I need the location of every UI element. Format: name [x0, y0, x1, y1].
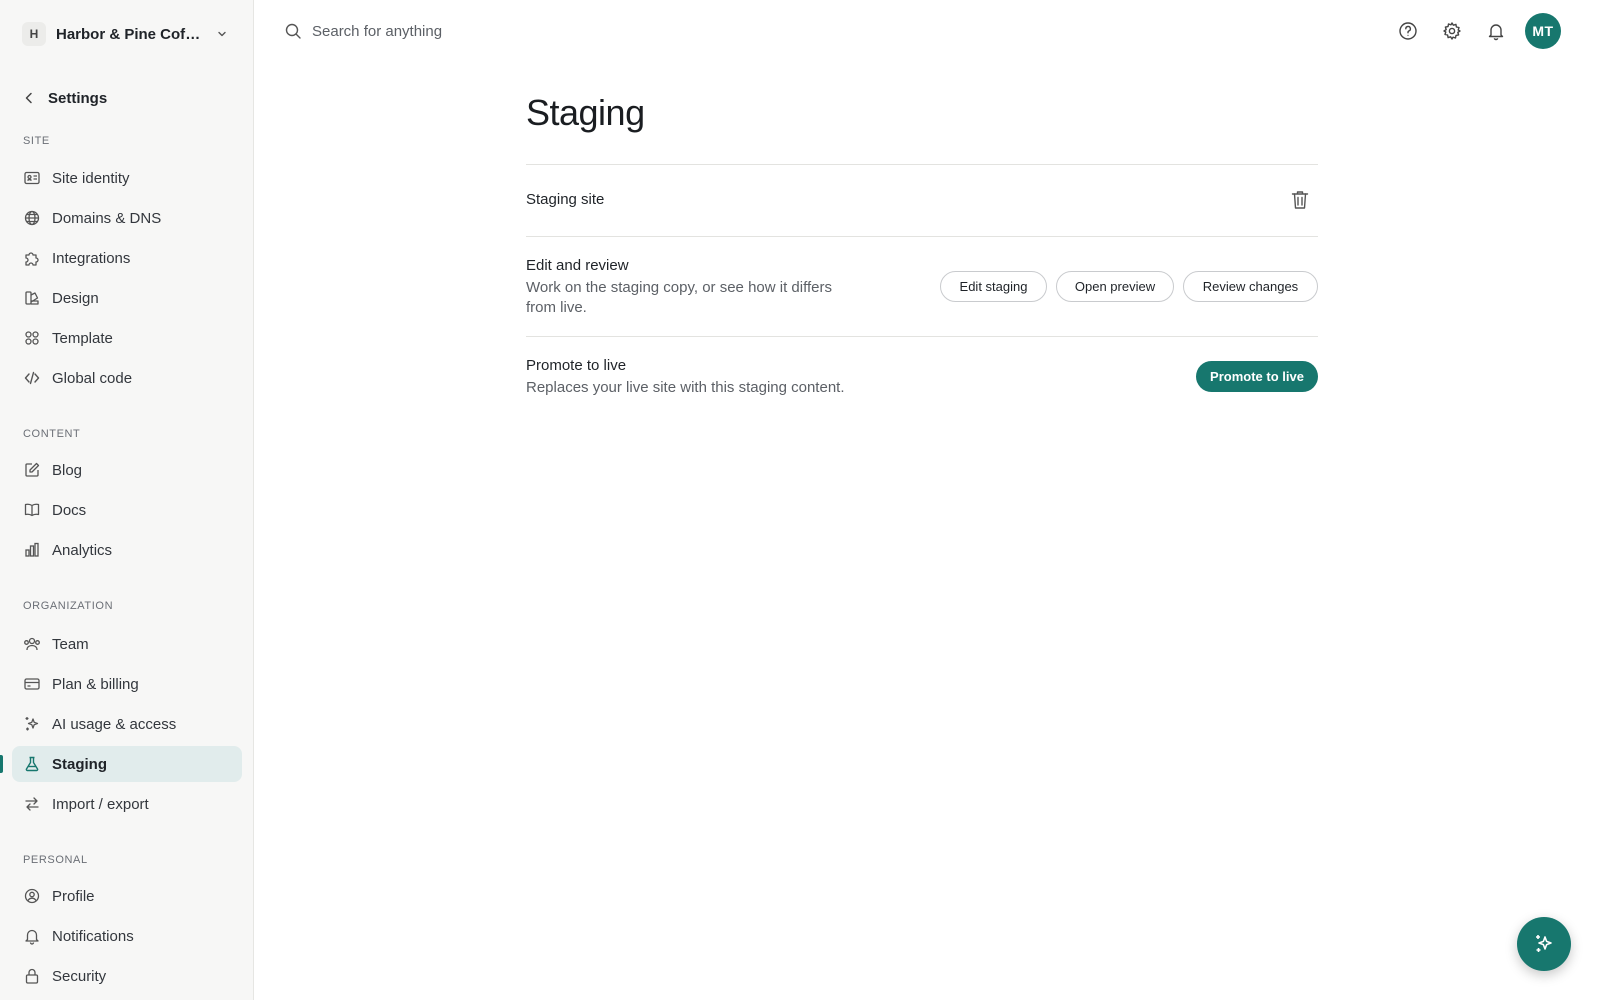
sidebar-item-label: Blog	[52, 461, 83, 479]
sidebar-item-site-identity[interactable]: Site identity	[12, 160, 242, 196]
bell-icon	[1488, 24, 1504, 41]
sidebar-item-global-code[interactable]: Global code	[12, 360, 242, 396]
chevron-down-icon	[214, 26, 230, 42]
section-label-site: SITE	[23, 135, 50, 147]
sidebar-item-team[interactable]: Team	[12, 626, 242, 662]
credit-card-icon	[24, 678, 40, 690]
ai-assistant-button[interactable]	[1517, 917, 1571, 971]
settings-back-label: Settings	[48, 89, 108, 107]
settings-back-button[interactable]: Settings	[12, 82, 240, 114]
sidebar-item-security[interactable]: Security	[12, 958, 242, 994]
globe-icon	[24, 210, 40, 226]
workspace-badge: H	[22, 22, 46, 46]
search-input[interactable]	[312, 22, 672, 40]
sidebar-item-label: Domains & DNS	[52, 209, 162, 227]
edit-review-description-line2: from live.	[526, 299, 587, 316]
staging-site-title: Staging site	[526, 191, 605, 208]
help-icon	[1399, 22, 1417, 40]
sidebar: H Harbor & Pine Coff… Settings SITE Site…	[0, 0, 254, 1000]
settings-button[interactable]	[1438, 17, 1466, 45]
sidebar-item-label: Analytics	[52, 541, 113, 559]
sidebar-item-label: AI usage & access	[52, 715, 177, 733]
user-circle-icon	[24, 888, 40, 904]
delete-staging-button[interactable]	[1286, 186, 1314, 214]
edit-icon	[25, 462, 40, 477]
sidebar-item-domains-dns[interactable]: Domains & DNS	[12, 200, 242, 236]
lock-icon	[25, 968, 39, 984]
grid-icon	[25, 331, 39, 345]
divider	[526, 336, 1318, 337]
edit-review-description-line1: Work on the staging copy, or see how it …	[526, 279, 832, 296]
sidebar-item-label: Design	[52, 289, 99, 307]
sidebar-item-label: Security	[52, 967, 107, 985]
trash-icon	[1291, 191, 1309, 209]
sidebar-item-blog[interactable]: Blog	[12, 452, 242, 488]
sidebar-item-label: Template	[52, 329, 113, 347]
sidebar-item-design[interactable]: Design	[12, 280, 242, 316]
divider	[526, 164, 1318, 165]
promote-description: Replaces your live site with this stagin…	[526, 379, 845, 396]
workspace-switcher[interactable]: H Harbor & Pine Coff…	[12, 18, 240, 50]
workspace-name: Harbor & Pine Coff…	[56, 25, 204, 43]
sidebar-item-analytics[interactable]: Analytics	[12, 532, 242, 568]
active-indicator	[0, 755, 3, 773]
help-button[interactable]	[1394, 17, 1422, 45]
flask-icon	[25, 756, 39, 772]
sidebar-item-label: Plan & billing	[52, 675, 139, 693]
review-changes-button[interactable]: Review changes	[1183, 271, 1318, 302]
sidebar-item-ai-usage-access[interactable]: AI usage & access	[12, 706, 242, 742]
divider	[526, 236, 1318, 237]
section-label-personal: PERSONAL	[23, 854, 88, 866]
users-icon	[24, 637, 40, 651]
id-card-icon	[24, 171, 40, 185]
sidebar-item-label: Site identity	[52, 169, 130, 187]
sparkles-icon	[1536, 935, 1552, 952]
palette-icon	[25, 291, 39, 305]
sidebar-item-integrations[interactable]: Integrations	[12, 240, 242, 276]
edit-review-title: Edit and review	[526, 257, 629, 274]
code-icon	[24, 371, 40, 385]
page-title: Staging	[526, 92, 645, 133]
puzzle-icon	[25, 252, 39, 266]
sparkles-icon	[25, 717, 39, 731]
sidebar-item-plan-billing[interactable]: Plan & billing	[12, 666, 242, 702]
gear-icon	[1443, 22, 1461, 40]
sidebar-item-label: Team	[52, 635, 89, 653]
bell-icon	[25, 929, 39, 945]
sidebar-item-label: Global code	[52, 369, 133, 387]
section-label-organization: ORGANIZATION	[23, 600, 114, 612]
sidebar-item-notifications[interactable]: Notifications	[12, 918, 242, 954]
search-bar[interactable]	[284, 16, 704, 46]
chevron-left-icon	[22, 91, 36, 105]
notifications-button[interactable]	[1482, 17, 1510, 45]
section-label-content: CONTENT	[23, 428, 81, 440]
promote-title: Promote to live	[526, 357, 627, 374]
promote-to-live-button[interactable]: Promote to live	[1196, 361, 1318, 392]
sidebar-item-label: Import / export	[52, 795, 149, 813]
sidebar-item-label: Profile	[52, 887, 95, 905]
arrows-icon	[25, 797, 39, 811]
search-icon	[284, 22, 302, 40]
open-preview-button[interactable]: Open preview	[1056, 271, 1174, 302]
sidebar-item-staging[interactable]: Staging	[12, 746, 242, 782]
avatar[interactable]: MT	[1525, 13, 1561, 49]
book-icon	[24, 503, 40, 517]
sidebar-item-docs[interactable]: Docs	[12, 492, 242, 528]
sidebar-item-template[interactable]: Template	[12, 320, 242, 356]
sidebar-item-label: Docs	[52, 501, 87, 519]
sidebar-item-label: Staging	[52, 755, 107, 773]
sidebar-item-profile[interactable]: Profile	[12, 878, 242, 914]
edit-staging-button[interactable]: Edit staging	[940, 271, 1047, 302]
sidebar-item-import-export[interactable]: Import / export	[12, 786, 242, 822]
bar-chart-icon	[25, 542, 39, 557]
sidebar-item-label: Integrations	[52, 249, 131, 267]
sidebar-item-label: Notifications	[52, 927, 134, 945]
